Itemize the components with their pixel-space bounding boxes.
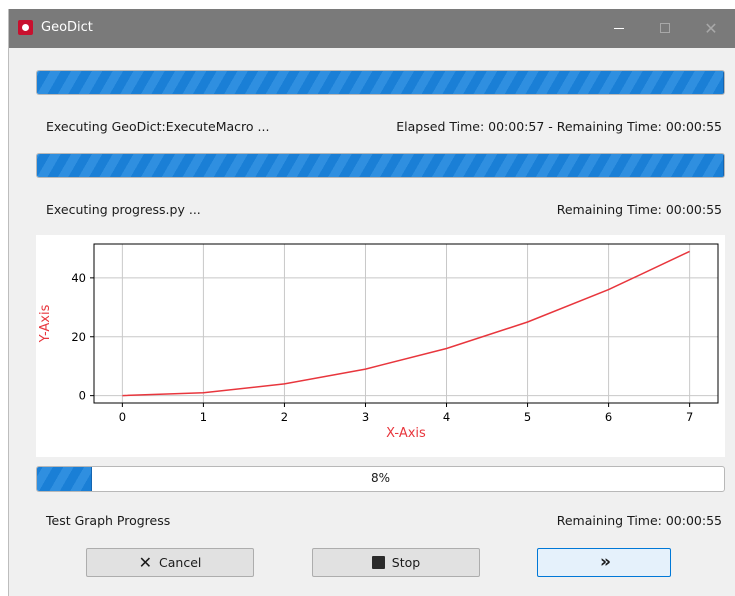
graph-time-text: Remaining Time: 00:00:55 (556, 513, 722, 528)
window-title: GeoDict (41, 20, 93, 35)
minimize-icon (614, 28, 624, 29)
graph-status-row: Test Graph Progress Remaining Time: 00:0… (46, 513, 725, 531)
geodict-logo-icon (18, 20, 33, 35)
macro-progress-bar (36, 70, 725, 95)
macro-status-row: Executing GeoDict:ExecuteMacro ... Elaps… (46, 119, 725, 137)
x-tick-label: 0 (119, 410, 126, 424)
x-axis-label: X-Axis (386, 426, 426, 441)
graph-progress-bar: 8% (36, 466, 725, 492)
macro-time-text: Elapsed Time: 00:00:57 - Remaining Time:… (396, 119, 722, 134)
maximize-button[interactable] (642, 9, 688, 48)
cancel-button-label: Cancel (159, 555, 202, 570)
double-chevron-right-icon: » (600, 552, 611, 572)
stop-button[interactable]: Stop (312, 548, 480, 577)
y-tick-label: 40 (71, 271, 86, 285)
line-chart: 0 1 2 3 4 5 6 7 0 20 40 X-Axis Y-Axis (38, 243, 719, 441)
script-time-text: Remaining Time: 00:00:55 (556, 202, 722, 217)
close-button[interactable]: ✕ (688, 9, 734, 48)
x-tick-label: 5 (524, 410, 531, 424)
script-progress-fill (37, 154, 724, 177)
graph-progress-label: 8% (370, 471, 391, 485)
minimize-button[interactable] (596, 9, 642, 48)
script-progress-bar (36, 153, 725, 178)
stop-icon (371, 556, 385, 569)
geodict-window: GeoDict ✕ Executing GeoDict:ExecuteMacro… (8, 9, 735, 596)
y-tick-label: 20 (71, 330, 86, 344)
stop-button-label: Stop (391, 555, 421, 570)
cancel-button[interactable]: ✕ Cancel (86, 548, 254, 577)
x-tick-label: 2 (281, 410, 288, 424)
x-tick-label: 4 (443, 410, 450, 424)
x-tick-label: 3 (362, 410, 369, 424)
series-line (122, 250, 690, 397)
maximize-icon (660, 23, 670, 33)
script-status-text: Executing progress.py ... (46, 202, 201, 217)
plot-frame (93, 243, 719, 404)
macro-status-text: Executing GeoDict:ExecuteMacro ... (46, 119, 270, 134)
x-tick-label: 6 (605, 410, 612, 424)
script-status-row: Executing progress.py ... Remaining Time… (46, 202, 725, 220)
title-bar[interactable]: GeoDict ✕ (9, 9, 735, 48)
x-tick-label: 1 (200, 410, 207, 424)
close-icon: ✕ (704, 19, 718, 38)
details-toggle-button[interactable]: » (537, 548, 671, 577)
x-tick-label: 7 (686, 410, 693, 424)
y-axis-label: Y-Axis (38, 304, 53, 343)
graph-status-text: Test Graph Progress (46, 513, 171, 528)
macro-progress-fill (37, 71, 724, 94)
y-tick-label: 0 (79, 389, 86, 403)
cancel-icon: ✕ (138, 552, 153, 572)
graph-panel: 0 1 2 3 4 5 6 7 0 20 40 X-Axis Y-Axis (36, 235, 725, 457)
